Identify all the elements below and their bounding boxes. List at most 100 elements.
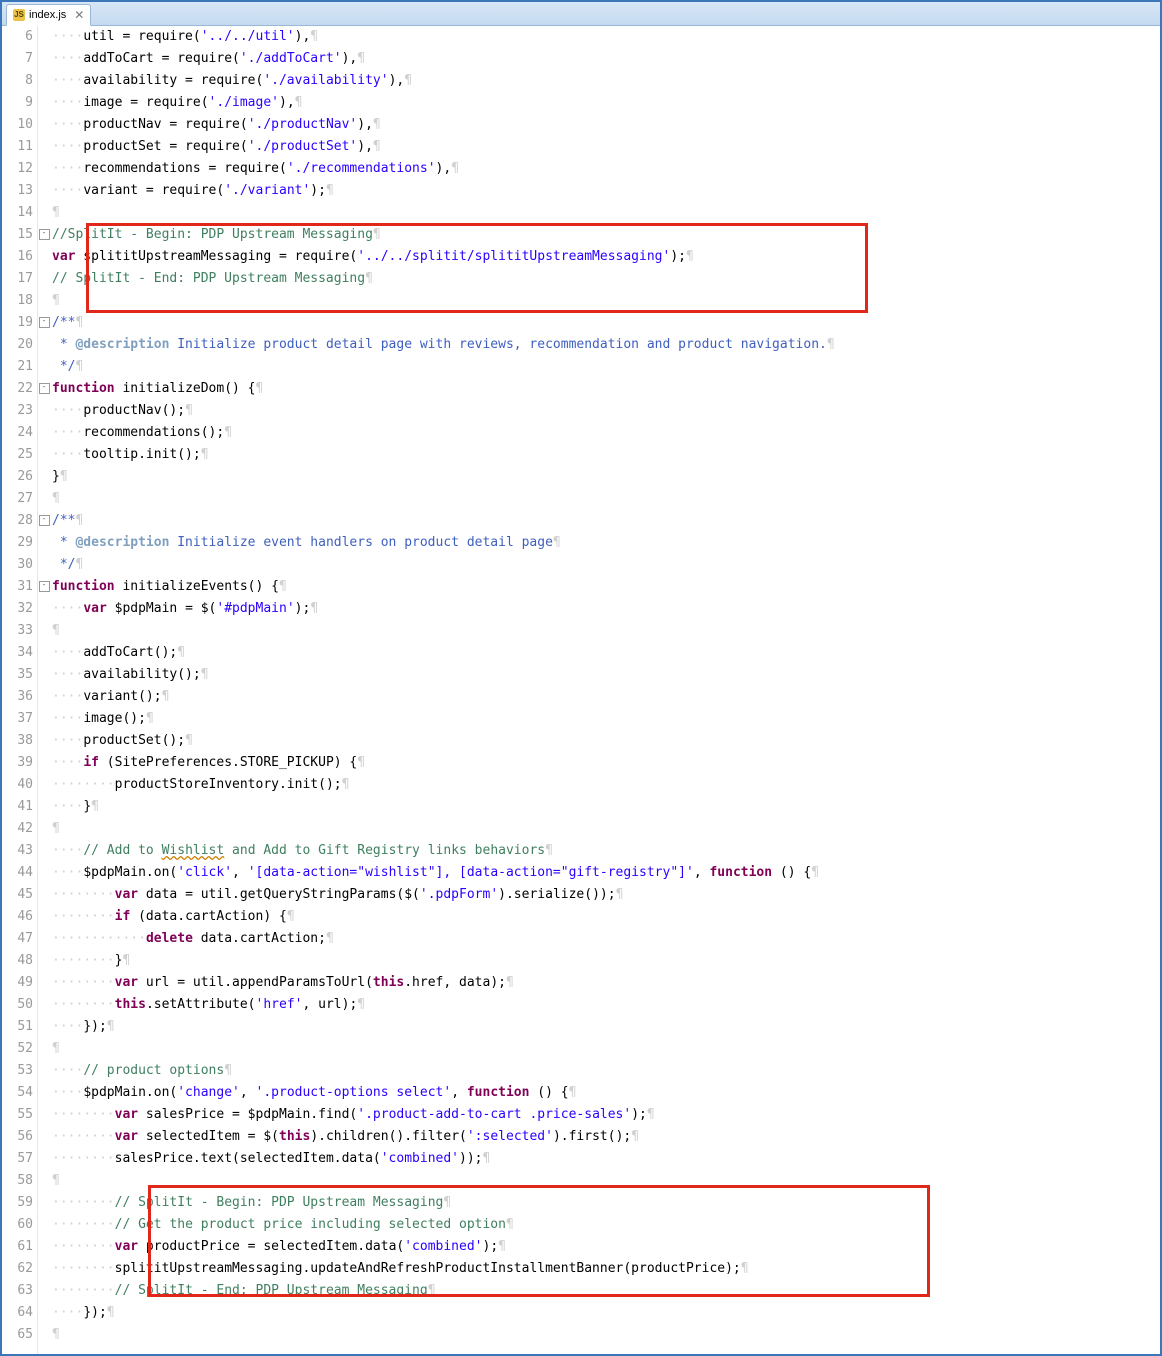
line-number: 39: [2, 752, 33, 774]
line-number: 56: [2, 1126, 33, 1148]
code-line[interactable]: ····$pdpMain.on('click', '[data-action="…: [52, 862, 1160, 884]
code-line[interactable]: ········// SplitIt - Begin: PDP Upstream…: [52, 1192, 1160, 1214]
code-line[interactable]: ¶: [52, 202, 1160, 224]
code-line[interactable]: function initializeDom() {¶: [52, 378, 1160, 400]
code-line[interactable]: }¶: [52, 466, 1160, 488]
code-line[interactable]: ····// Add to Wishlist and Add to Gift R…: [52, 840, 1160, 862]
fold-toggle[interactable]: -: [38, 510, 50, 532]
code-line[interactable]: var splititUpstreamMessaging = require('…: [52, 246, 1160, 268]
code-line[interactable]: ····var $pdpMain = $('#pdpMain');¶: [52, 598, 1160, 620]
line-number: 41: [2, 796, 33, 818]
tab-index-js[interactable]: JS index.js ✕: [6, 4, 91, 26]
line-number: 35: [2, 664, 33, 686]
code-line[interactable]: ····variant();¶: [52, 686, 1160, 708]
code-line[interactable]: ····});¶: [52, 1302, 1160, 1324]
line-number: 40: [2, 774, 33, 796]
code-line[interactable]: ········if (data.cartAction) {¶: [52, 906, 1160, 928]
code-line[interactable]: ····variant = require('./variant');¶: [52, 180, 1160, 202]
code-line[interactable]: // SplitIt - End: PDP Upstream Messaging…: [52, 268, 1160, 290]
line-number: 13: [2, 180, 33, 202]
fold-toggle[interactable]: -: [38, 312, 50, 334]
close-icon[interactable]: ✕: [74, 9, 84, 21]
line-number: 28: [2, 510, 33, 532]
code-line[interactable]: ····$pdpMain.on('change', '.product-opti…: [52, 1082, 1160, 1104]
code-line[interactable]: ········}¶: [52, 950, 1160, 972]
code-line[interactable]: ¶: [52, 620, 1160, 642]
code-line[interactable]: ····}¶: [52, 796, 1160, 818]
line-number: 58: [2, 1170, 33, 1192]
code-line[interactable]: */¶: [52, 554, 1160, 576]
line-number: 55: [2, 1104, 33, 1126]
line-number: 62: [2, 1258, 33, 1280]
fold-column: - - - - -: [38, 26, 50, 1354]
code-line[interactable]: //SplitIt - Begin: PDP Upstream Messagin…: [52, 224, 1160, 246]
code-line[interactable]: ········var salesPrice = $pdpMain.find('…: [52, 1104, 1160, 1126]
code-line[interactable]: ····recommendations = require('./recomme…: [52, 158, 1160, 180]
code-line[interactable]: ····productNav = require('./productNav')…: [52, 114, 1160, 136]
code-line[interactable]: /**¶: [52, 312, 1160, 334]
code-line[interactable]: ····image = require('./image'),¶: [52, 92, 1160, 114]
code-line[interactable]: ····util = require('../../util'),¶: [52, 26, 1160, 48]
code-line[interactable]: ········var url = util.appendParamsToUrl…: [52, 972, 1160, 994]
code-line[interactable]: ····});¶: [52, 1016, 1160, 1038]
code-line[interactable]: ¶: [52, 818, 1160, 840]
line-number: 44: [2, 862, 33, 884]
code-line[interactable]: ····tooltip.init();¶: [52, 444, 1160, 466]
line-number: 31: [2, 576, 33, 598]
line-number: 21: [2, 356, 33, 378]
code-line[interactable]: ····availability();¶: [52, 664, 1160, 686]
editor-window: JS index.js ✕ 67891011121314151617181920…: [0, 0, 1162, 1356]
code-area[interactable]: 6789101112131415161718192021222324252627…: [2, 26, 1160, 1354]
code-line[interactable]: ····addToCart();¶: [52, 642, 1160, 664]
line-number: 23: [2, 400, 33, 422]
tab-title: index.js: [29, 9, 66, 21]
code-line[interactable]: ········var data = util.getQueryStringPa…: [52, 884, 1160, 906]
code-line[interactable]: ····productNav();¶: [52, 400, 1160, 422]
code-line[interactable]: /**¶: [52, 510, 1160, 532]
code-line[interactable]: ····productSet();¶: [52, 730, 1160, 752]
code-line[interactable]: ········// SplitIt - End: PDP Upstream M…: [52, 1280, 1160, 1302]
code-line[interactable]: ¶: [52, 1170, 1160, 1192]
code-line[interactable]: ····recommendations();¶: [52, 422, 1160, 444]
line-number: 19: [2, 312, 33, 334]
code-line[interactable]: function initializeEvents() {¶: [52, 576, 1160, 598]
code-line[interactable]: ········splititUpstreamMessaging.updateA…: [52, 1258, 1160, 1280]
line-number: 24: [2, 422, 33, 444]
code-line[interactable]: ········var productPrice = selectedItem.…: [52, 1236, 1160, 1258]
line-number: 42: [2, 818, 33, 840]
code-line[interactable]: ········var selectedItem = $(this).child…: [52, 1126, 1160, 1148]
code-line[interactable]: ····if (SitePreferences.STORE_PICKUP) {¶: [52, 752, 1160, 774]
code-line[interactable]: ····image();¶: [52, 708, 1160, 730]
code-line[interactable]: ¶: [52, 488, 1160, 510]
line-number: 7: [2, 48, 33, 70]
code-line[interactable]: ¶: [52, 1038, 1160, 1060]
code-line[interactable]: ····productSet = require('./productSet')…: [52, 136, 1160, 158]
line-number: 34: [2, 642, 33, 664]
code-line[interactable]: */¶: [52, 356, 1160, 378]
code-lines[interactable]: ····util = require('../../util'),¶····ad…: [50, 26, 1160, 1354]
fold-toggle[interactable]: -: [38, 378, 50, 400]
line-number: 36: [2, 686, 33, 708]
tab-bar: JS index.js ✕: [2, 2, 1160, 26]
code-line[interactable]: * @description Initialize event handlers…: [52, 532, 1160, 554]
code-line[interactable]: ¶: [52, 1324, 1160, 1346]
fold-toggle[interactable]: -: [38, 576, 50, 598]
code-line[interactable]: ········salesPrice.text(selectedItem.dat…: [52, 1148, 1160, 1170]
code-line[interactable]: ········// Get the product price includi…: [52, 1214, 1160, 1236]
code-line[interactable]: ········productStoreInventory.init();¶: [52, 774, 1160, 796]
line-number: 8: [2, 70, 33, 92]
code-line[interactable]: ¶: [52, 290, 1160, 312]
line-number: 51: [2, 1016, 33, 1038]
code-line[interactable]: ····availability = require('./availabili…: [52, 70, 1160, 92]
code-line[interactable]: * @description Initialize product detail…: [52, 334, 1160, 356]
code-line[interactable]: ····addToCart = require('./addToCart'),¶: [52, 48, 1160, 70]
code-line[interactable]: ····// product options¶: [52, 1060, 1160, 1082]
line-number: 50: [2, 994, 33, 1016]
fold-toggle[interactable]: -: [38, 224, 50, 246]
line-number: 14: [2, 202, 33, 224]
code-line[interactable]: ············delete data.cartAction;¶: [52, 928, 1160, 950]
code-line[interactable]: ········this.setAttribute('href', url);¶: [52, 994, 1160, 1016]
line-number: 60: [2, 1214, 33, 1236]
line-number: 11: [2, 136, 33, 158]
line-number: 37: [2, 708, 33, 730]
